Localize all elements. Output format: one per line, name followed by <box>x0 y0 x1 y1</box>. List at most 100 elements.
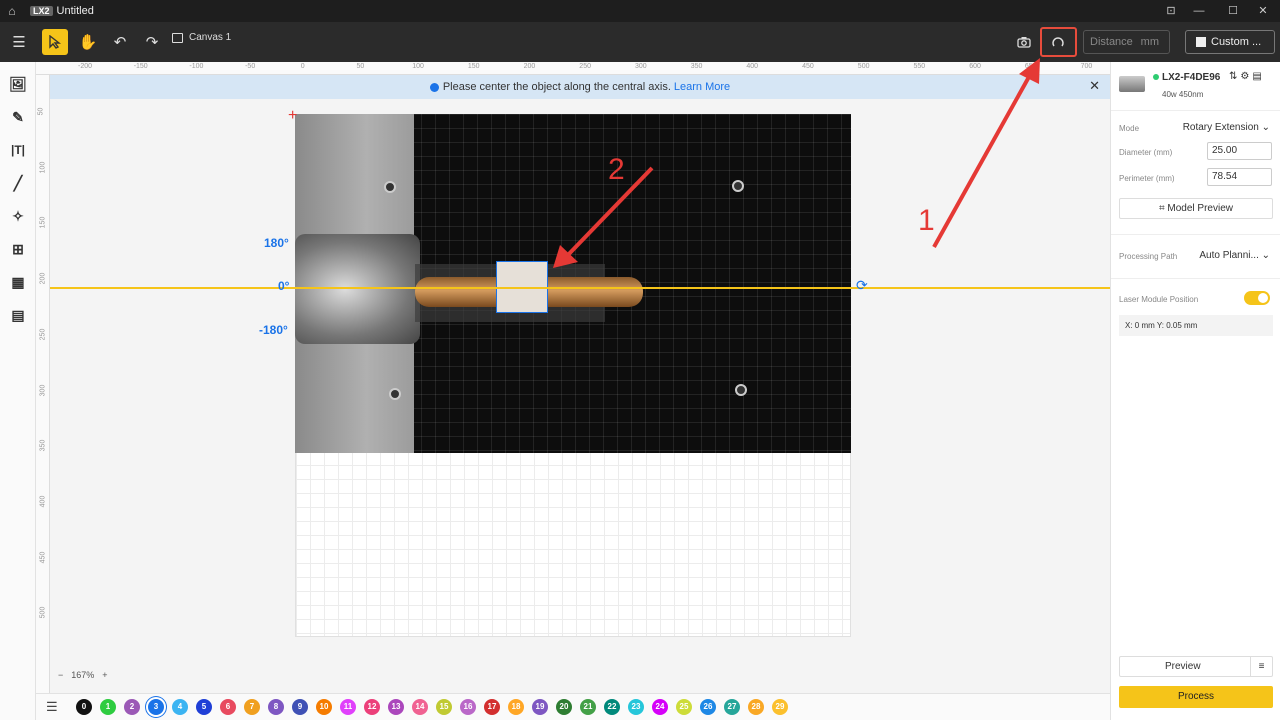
toggle-knob <box>1258 293 1268 303</box>
settings-gear-icon[interactable]: ⚙ <box>1240 71 1252 82</box>
info-icon <box>429 82 439 92</box>
right-panel: LX2-F4DE96 40w 450nm ⇅⚙▤ Mode Rotary Ext… <box>1110 62 1280 720</box>
degree-label-zero: 0° <box>278 279 290 293</box>
learn-more-link[interactable]: Learn More <box>674 81 730 93</box>
layer-color-dot[interactable]: 17 <box>484 699 500 715</box>
redo-icon[interactable]: ↷ <box>139 29 165 55</box>
preview-label: Preview <box>1165 661 1201 672</box>
canvas-icon <box>172 32 183 43</box>
screw-marker <box>735 384 747 396</box>
ruler-tick-label: -150 <box>133 63 148 70</box>
mode-select[interactable]: Rotary Extension ⌄ <box>1183 122 1270 133</box>
annotation-highlight-box <box>1040 27 1077 57</box>
layer-color-dot[interactable]: 24 <box>652 699 668 715</box>
text-icon[interactable]: |T| <box>8 140 28 160</box>
perimeter-input[interactable]: 78.54 <box>1207 168 1272 186</box>
pen-icon[interactable]: ✎ <box>8 107 28 127</box>
annotation-label-2: 2 <box>608 153 625 186</box>
camera-preview-image <box>295 114 851 453</box>
layer-color-dot[interactable]: 14 <box>412 699 428 715</box>
divider <box>1111 110 1280 111</box>
zoom-in-button[interactable]: + <box>102 670 107 680</box>
shapes-icon[interactable]: ✧ <box>8 206 28 226</box>
layer-color-dot[interactable]: 6 <box>220 699 236 715</box>
camera-icon[interactable] <box>1011 29 1037 55</box>
ruler-tick-label: 650 <box>1024 63 1037 70</box>
preview-menu-icon[interactable]: ≡ <box>1250 657 1272 676</box>
canvas-area[interactable]: 180° 0° -180° ⟳ + 2 1 <box>50 99 1110 693</box>
layer-color-dot[interactable]: 27 <box>724 699 740 715</box>
ruler-tick-label: 0 <box>300 63 305 70</box>
layer-color-dot[interactable]: 13 <box>388 699 404 715</box>
image-add-icon[interactable]: 🖼 <box>8 74 28 94</box>
layer-color-dot[interactable]: 4 <box>172 699 188 715</box>
layer-color-dot[interactable]: 23 <box>628 699 644 715</box>
processing-path-select[interactable]: Auto Planni... ⌄ <box>1199 250 1270 261</box>
layers-icon[interactable]: ☰ <box>46 699 58 715</box>
undo-icon[interactable]: ↶ <box>107 29 133 55</box>
layer-color-dot[interactable]: 5 <box>196 699 212 715</box>
ruler-tick-label: 350 <box>39 439 47 452</box>
layer-color-dot[interactable]: 12 <box>364 699 380 715</box>
layer-color-dot[interactable]: 19 <box>532 699 548 715</box>
rotation-handle-icon[interactable]: ⟳ <box>856 277 868 294</box>
degree-label-bottom: -180° <box>259 323 288 337</box>
screw-marker <box>384 181 396 193</box>
origin-marker: + <box>288 107 298 124</box>
laser-module-toggle[interactable] <box>1244 291 1270 305</box>
import-icon[interactable]: ⊞ <box>8 239 28 259</box>
minimize-button[interactable]: — <box>1182 0 1216 22</box>
layer-color-dot[interactable]: 15 <box>436 699 452 715</box>
close-icon[interactable]: ✕ <box>1089 78 1100 94</box>
document-icon[interactable]: ▤ <box>1252 71 1264 82</box>
select-tool-icon[interactable] <box>42 29 68 55</box>
layer-color-dot[interactable]: 11 <box>340 699 356 715</box>
degree-label-top: 180° <box>264 236 289 250</box>
layer-color-dot[interactable]: 18 <box>508 699 524 715</box>
layer-color-dot[interactable]: 10 <box>316 699 332 715</box>
close-button[interactable]: ✕ <box>1246 0 1280 22</box>
distance-input[interactable]: Distance mm <box>1083 30 1170 54</box>
diameter-input[interactable]: 25.00 <box>1207 142 1272 160</box>
sort-icon[interactable]: ⇅ <box>1229 71 1240 82</box>
layer-color-dot[interactable]: 29 <box>772 699 788 715</box>
home-icon[interactable]: ⌂ <box>0 4 24 18</box>
canvas-selector[interactable]: Canvas 1 <box>172 32 231 43</box>
model-preview-button[interactable]: ⌗ Model Preview <box>1119 198 1273 219</box>
apps-icon[interactable]: ▦ <box>8 272 28 292</box>
zoom-control: − 167% + <box>58 670 108 680</box>
menu-icon[interactable]: ☰ <box>6 29 32 55</box>
layer-color-dot[interactable]: 8 <box>268 699 284 715</box>
layer-color-dot[interactable]: 1 <box>100 699 116 715</box>
layer-color-dot[interactable]: 16 <box>460 699 476 715</box>
process-button[interactable]: Process <box>1119 686 1273 708</box>
layer-color-dot[interactable]: 9 <box>292 699 308 715</box>
laser-position-readout: X: 0 mm Y: 0.05 mm <box>1119 315 1273 336</box>
layer-color-dot[interactable]: 7 <box>244 699 260 715</box>
preview-button[interactable]: Preview ≡ <box>1119 656 1273 677</box>
zoom-out-button[interactable]: − <box>58 670 63 680</box>
hand-tool-icon[interactable]: ✋ <box>75 29 101 55</box>
distance-placeholder: Distance <box>1090 36 1133 48</box>
ruler-tick-label: -100 <box>189 63 204 70</box>
mode-label: Mode <box>1119 124 1140 133</box>
canvas-name: Canvas 1 <box>189 32 232 43</box>
custom-material-button[interactable]: Custom ... <box>1185 30 1275 54</box>
ruler-tick-label: 550 <box>913 63 926 70</box>
layer-color-dot[interactable]: 3 <box>148 699 164 715</box>
material-library-icon[interactable]: ▤ <box>8 305 28 325</box>
divider <box>1111 278 1280 279</box>
layer-color-dot[interactable]: 25 <box>676 699 692 715</box>
layer-color-dot[interactable]: 2 <box>124 699 140 715</box>
layer-color-dot[interactable]: 28 <box>748 699 764 715</box>
device-name[interactable]: LX2-F4DE96 <box>1162 72 1220 83</box>
layer-color-dot[interactable]: 26 <box>700 699 716 715</box>
device-action-icons: ⇅⚙▤ <box>1229 71 1265 82</box>
layer-color-dot[interactable]: 22 <box>604 699 620 715</box>
device-image <box>1119 76 1145 92</box>
layer-color-dot[interactable]: 21 <box>580 699 596 715</box>
layer-color-dot[interactable]: 20 <box>556 699 572 715</box>
maximize-button[interactable]: ☐ <box>1216 0 1250 22</box>
layer-color-dot[interactable]: 0 <box>76 699 92 715</box>
line-icon[interactable]: ╱ <box>8 173 28 193</box>
